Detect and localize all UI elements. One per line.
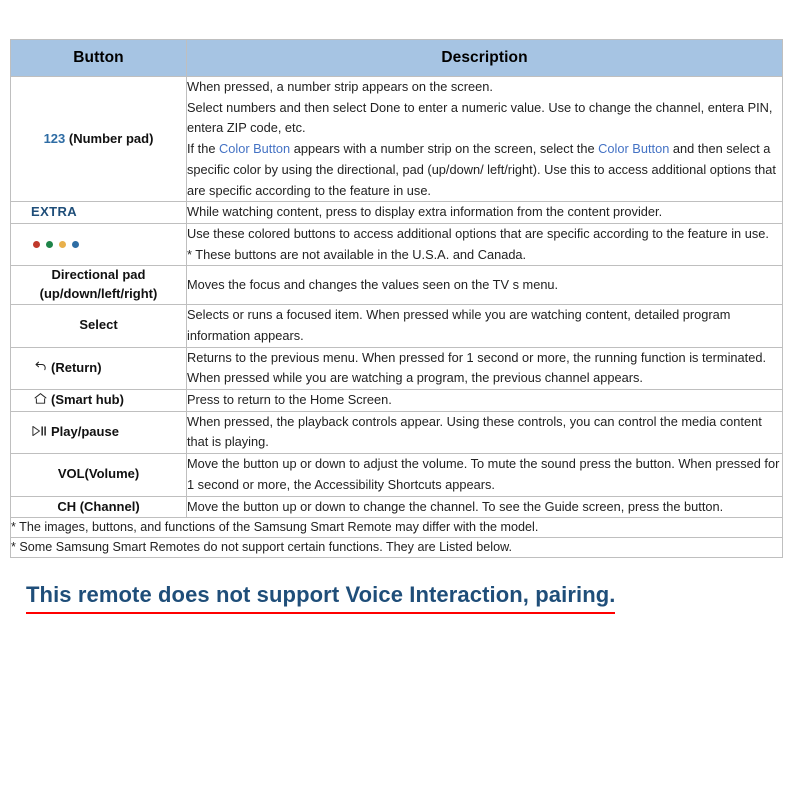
table-header: Button Description [10,39,783,77]
table-row: VOL(Volume) Move the button up or down t… [10,453,783,497]
description-cell-number-pad: When pressed, a number strip appears on … [186,75,783,203]
table-header-row: Button Description [10,39,783,77]
desc-text: appears with a number strip on the scree… [290,141,599,157]
remote-button-reference-table: Button Description 123 (Number pad) When… [10,39,783,559]
table-row: 123 (Number pad) When pressed, a number … [10,75,783,203]
extra-label: EXTRA [31,204,78,220]
button-cell-play-pause: Play/pause [10,410,187,455]
description-cell-smart-hub: Press to return to the Home Screen. [186,389,783,412]
play-pause-label: Play/pause [51,424,119,440]
description-line: Move the button up or down to adjust the… [187,456,780,492]
page-root: Button Description 123 (Number pad) When… [0,39,800,800]
button-cell-smart-hub: (Smart hub) [10,389,187,412]
directional-pad-label-line1: Directional pad [51,267,146,283]
column-header-button: Button [10,39,187,77]
description-line: Use these colored buttons to access addi… [187,226,769,242]
return-label: (Return) [51,359,102,375]
description-line: Returns to the previous menu. When press… [187,349,767,386]
table-row: Select Selects or runs a focused item. W… [10,304,783,348]
description-cell-play-pause: When pressed, the playback controls appe… [186,410,783,455]
button-cell-color-buttons [10,223,187,267]
play-pause-icon [31,424,48,438]
color-buttons-icon-group [33,241,79,249]
description-cell-volume: Move the button up or down to adjust the… [186,453,783,497]
description-line: Move the button up or down to change the… [187,498,724,514]
table-row: * The images, buttons, and functions of … [10,517,783,539]
footnote-row-images-buttons: * The images, buttons, and functions of … [10,517,783,539]
final-statement-wrapper: This remote does not support Voice Inter… [26,582,766,614]
smart-hub-label: (Smart hub) [51,391,124,407]
description-line: Moves the focus and changes the values s… [187,276,559,292]
description-line: Select numbers and then select Done to e… [187,99,773,136]
button-cell-directional-pad: Directional pad (up/down/left/right) [10,265,187,306]
number-pad-glyph: 123 [43,130,66,146]
description-cell-extra: While watching content, press to display… [186,201,783,225]
desc-text: If the [187,141,220,157]
table-row: (Return) Returns to the previous menu. W… [10,346,783,391]
footnote-row-unsupported-functions: * Some Samsung Smart Remotes do not supp… [10,537,783,559]
description-line: Selects or runs a focused item. When pre… [187,307,731,343]
home-icon [33,391,48,406]
color-button-link[interactable]: Color Button [598,141,669,156]
description-cell-color-buttons: Use these colored buttons to access addi… [186,223,783,267]
table-row: Directional pad (up/down/left/right) Mov… [10,265,783,306]
color-button-link[interactable]: Color Button [219,141,290,156]
table-body: 123 (Number pad) When pressed, a number … [10,75,783,559]
column-header-description: Description [186,39,783,77]
description-line: If the Color Button appears with a numbe… [187,139,782,201]
description-line: When pressed, a number strip appears on … [187,79,493,94]
description-line: Press to return to the Home Screen. [187,392,392,408]
blue-dot-icon [72,241,79,249]
final-statement: This remote does not support Voice Inter… [26,582,616,614]
description-line: While watching content, press to display… [187,204,663,220]
table-row: EXTRA While watching content, press to d… [10,201,783,225]
description-cell-return: Returns to the previous menu. When press… [186,346,783,391]
button-cell-extra: EXTRA [10,201,187,225]
table-row: Use these colored buttons to access addi… [10,223,783,267]
table-row: * Some Samsung Smart Remotes do not supp… [10,537,783,559]
button-cell-return: (Return) [10,346,187,391]
directional-pad-label-line2: (up/down/left/right) [39,286,158,302]
return-arrow-icon [33,359,48,374]
description-cell-directional-pad: Moves the focus and changes the values s… [186,265,783,306]
yellow-dot-icon [59,241,66,249]
button-cell-number-pad: 123 (Number pad) [10,75,187,203]
table-row: CH (Channel) Move the button up or down … [10,495,783,519]
description-line: * These buttons are not available in the… [187,246,527,262]
green-dot-icon [46,241,53,249]
description-line: When pressed, the playback controls appe… [187,413,762,450]
table-row: Play/pause When pressed, the playback co… [10,410,783,455]
button-cell-channel: CH (Channel) [10,495,187,519]
red-dot-icon [33,241,40,249]
table-row: (Smart hub) Press to return to the Home … [10,389,783,412]
number-pad-label: (Number pad) [65,130,154,146]
button-cell-volume: VOL(Volume) [10,453,187,497]
description-cell-select: Selects or runs a focused item. When pre… [186,304,783,348]
description-cell-channel: Move the button up or down to change the… [186,495,783,519]
button-cell-select: Select [10,304,187,348]
